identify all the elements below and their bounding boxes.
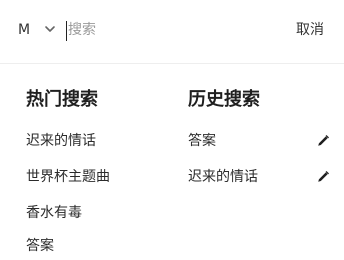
search-input[interactable] bbox=[68, 18, 268, 42]
edit-pencil-icon[interactable] bbox=[316, 170, 330, 184]
header-divider bbox=[0, 63, 344, 64]
history-search-item[interactable]: 迟来的情话 bbox=[188, 167, 258, 187]
text-caret bbox=[66, 21, 67, 41]
hot-search-item[interactable]: 世界杯主题曲 bbox=[26, 167, 110, 187]
edit-pencil-icon[interactable] bbox=[316, 134, 330, 148]
hot-search-title: 热门搜索 bbox=[26, 89, 98, 110]
cancel-button[interactable]: 取消 bbox=[296, 20, 324, 40]
hot-search-item[interactable]: 香水有毒 bbox=[26, 203, 82, 223]
search-header: M 取消 bbox=[0, 0, 344, 64]
chevron-down-icon[interactable] bbox=[44, 23, 56, 35]
history-search-title: 历史搜索 bbox=[188, 89, 260, 110]
hot-search-item[interactable]: 迟来的情话 bbox=[26, 131, 96, 151]
scope-selector-label[interactable]: M bbox=[18, 20, 30, 40]
hot-search-item[interactable]: 答案 bbox=[26, 236, 54, 256]
history-search-item[interactable]: 答案 bbox=[188, 131, 216, 151]
